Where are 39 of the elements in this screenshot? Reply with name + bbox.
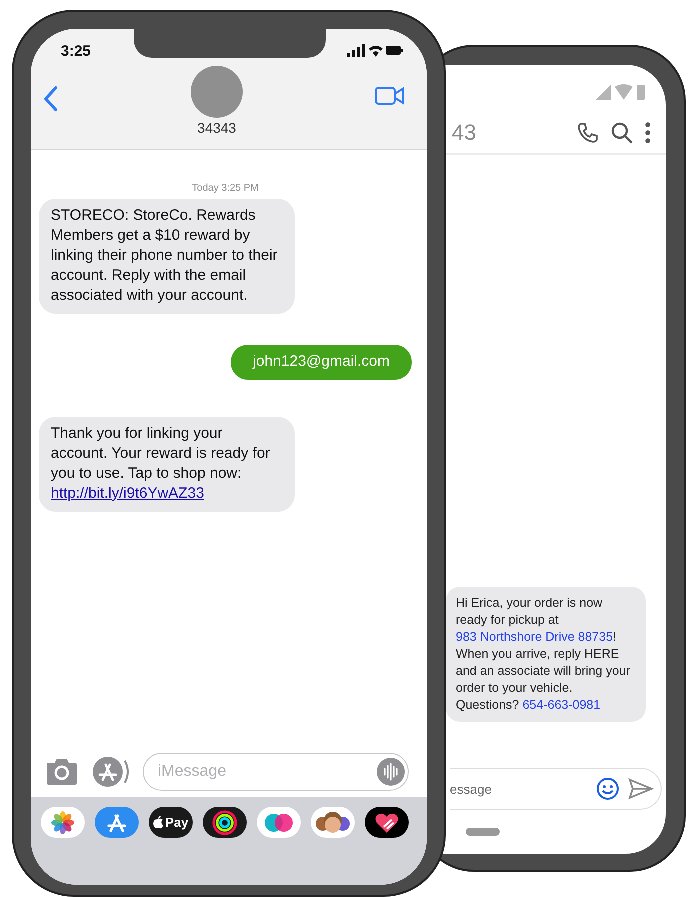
avatar[interactable]	[191, 66, 243, 118]
digital-touch-button[interactable]	[257, 807, 301, 838]
message-field[interactable]: essage	[450, 768, 662, 810]
status-time: 3:25	[61, 42, 92, 60]
circles-icon	[264, 812, 294, 832]
memoji-button[interactable]	[311, 807, 355, 838]
back-icon[interactable]	[43, 86, 59, 112]
apple-pay-button[interactable]: Pay	[149, 807, 193, 838]
status-icons	[347, 44, 403, 58]
audio-waveform-icon[interactable]	[377, 758, 405, 786]
heart-icon	[375, 812, 399, 834]
camera-icon[interactable]	[45, 758, 79, 786]
video-camera-icon[interactable]	[375, 86, 405, 106]
message-link[interactable]: http://bit.ly/i9t6YwAZ33	[51, 485, 204, 502]
heart-app-button[interactable]	[365, 807, 409, 838]
photos-app-button[interactable]	[41, 807, 85, 838]
message-link[interactable]: 654-663-0981	[522, 698, 601, 712]
emoji-icon[interactable]	[596, 777, 620, 801]
message-bubble: john123@gmail.com	[231, 345, 412, 380]
conversation-title: 43	[452, 120, 476, 146]
message-bubble: Thank you for linking your account. Your reward is ready for you to use. Tap to shop now: http://bit.ly/i9t6YwAZ33	[39, 417, 295, 512]
app-store-icon[interactable]	[91, 756, 131, 788]
rings-icon	[212, 810, 238, 836]
apple-icon	[153, 816, 164, 829]
search-icon[interactable]	[610, 121, 634, 145]
send-icon[interactable]	[628, 778, 654, 800]
more-icon[interactable]	[644, 122, 652, 144]
flower-icon	[51, 810, 75, 834]
message-bubble: STORECO: StoreCo. Rewards Members get a $10 reward by linking their phone number to their account. Reply with the email associated with your account.	[39, 199, 295, 314]
message-link[interactable]: 983 Northshore Drive 88735	[456, 630, 614, 644]
contact-name[interactable]: 34343	[198, 120, 236, 136]
home-indicator[interactable]	[466, 828, 500, 836]
activity-app-button[interactable]	[203, 807, 247, 838]
app-store-button[interactable]	[95, 807, 139, 838]
phone-icon[interactable]	[576, 121, 600, 145]
status-icons	[596, 83, 648, 101]
message-field[interactable]: iMessage	[143, 753, 409, 791]
message-bubble: Hi Erica, your order is now ready for pickup at 983 Northshore Drive 88735! When you arrive, reply HERE and an associate will bring your order to your vehicle. Questions? 654-663-0981	[446, 587, 646, 722]
message-timestamp: Today 3:25 PM	[192, 183, 259, 194]
